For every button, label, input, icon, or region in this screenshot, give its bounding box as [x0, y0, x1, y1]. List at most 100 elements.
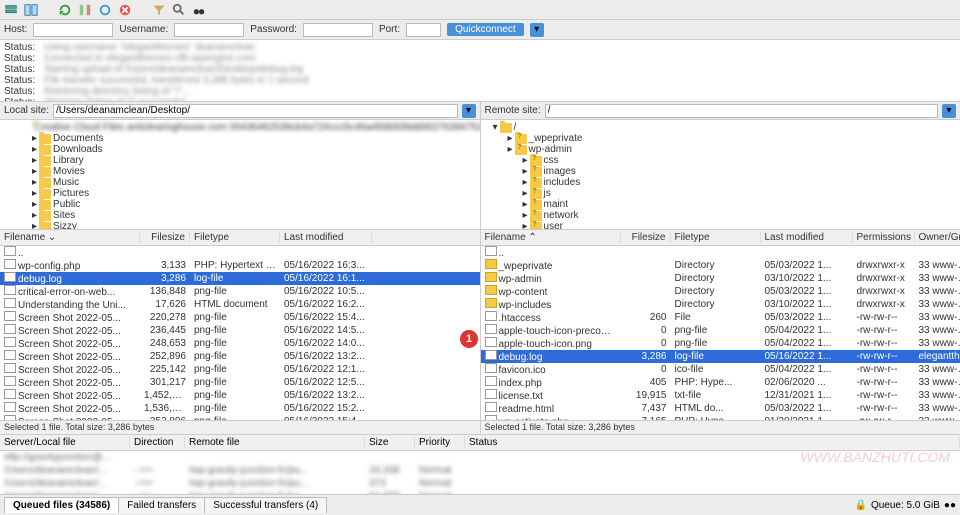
remote-file-header[interactable]: Filename ⌃ Filesize Filetype Last modifi… — [481, 230, 960, 246]
file-row[interactable]: Screen Shot 2022-05...1,536,109png-file0… — [0, 402, 480, 415]
file-row[interactable]: Screen Shot 2022-05...301,217png-file05/… — [0, 376, 480, 389]
quickconnect-button[interactable]: Quickconnect — [447, 23, 524, 36]
file-row[interactable]: Screen Shot 2022-05...1,452,095png-file0… — [0, 389, 480, 402]
tab-failed-transfers[interactable]: Failed transfers — [118, 497, 205, 513]
status-text: Retrieving directory listing of "/"... — [44, 86, 191, 97]
remote-status: Selected 1 file. Total size: 3,286 bytes — [481, 420, 960, 434]
file-row[interactable]: debug.log3,286log-file05/16/2022 1...-rw… — [481, 350, 960, 363]
file-icon — [485, 376, 497, 386]
tree-item[interactable]: ▸ Pictures — [2, 188, 478, 199]
tree-item[interactable]: ▸ Public — [2, 199, 478, 210]
tree-item[interactable]: ▸ maint — [483, 199, 959, 210]
filter-icon[interactable] — [152, 3, 166, 17]
host-input[interactable] — [33, 23, 113, 37]
file-icon — [4, 402, 16, 412]
file-icon — [4, 350, 16, 360]
file-row[interactable]: Screen Shot 2022-05...252,896png-file05/… — [0, 350, 480, 363]
queue-row[interactable]: /Users/deanamclean/...-->>/wp-gravity-ju… — [0, 464, 960, 477]
tree-item[interactable]: ▸ Downloads — [2, 144, 478, 155]
password-label: Password: — [250, 24, 297, 35]
tree-item[interactable]: ▸ includes — [483, 177, 959, 188]
queue-row[interactable]: /Users/deanamclean/...-->>/wp-gravity-ju… — [0, 477, 960, 490]
annotation-badge-1: 1 — [460, 330, 478, 348]
remote-tree[interactable]: ▾ /▸ _wpeprivate▸ wp-admin▸ css▸ images▸… — [481, 120, 960, 230]
status-label: Status: — [4, 53, 38, 64]
tree-item[interactable]: ▸ Movies — [2, 166, 478, 177]
file-row[interactable]: wp-includesDirectory03/10/2022 1...drwxr… — [481, 298, 960, 311]
remote-path-dropdown[interactable]: ▾ — [942, 104, 956, 118]
server-icon[interactable] — [4, 3, 18, 17]
file-row[interactable]: Screen Shot 2022-05...236,445png-file05/… — [0, 324, 480, 337]
file-row[interactable]: Screen Shot 2022-05...248,653png-file05/… — [0, 337, 480, 350]
file-icon — [485, 337, 497, 347]
file-icon — [485, 246, 497, 256]
local-tree[interactable]: Creative Cloud Files anticlearinghouse.c… — [0, 120, 480, 230]
file-icon — [4, 389, 16, 399]
local-path-input[interactable] — [53, 104, 457, 118]
file-row[interactable]: .. — [0, 246, 480, 259]
remote-file-list[interactable]: .._wpeprivateDirectory05/03/2022 1...drw… — [481, 246, 960, 420]
tree-item[interactable]: ▸ Library — [2, 155, 478, 166]
file-row[interactable]: index.php405PHP: Hype...02/06/2020 ...-r… — [481, 376, 960, 389]
file-row[interactable]: apple-touch-icon.png0png-file05/04/2022 … — [481, 337, 960, 350]
file-row[interactable]: debug.log3,286log-file05/16/2022 16:1... — [0, 272, 480, 285]
queue-row[interactable]: sftp://gravityjunction@... — [0, 451, 960, 464]
transfer-queue[interactable]: sftp://gravityjunction@.../Users/deanamc… — [0, 451, 960, 495]
file-row[interactable]: apple-touch-icon-precomposed.png0png-fil… — [481, 324, 960, 337]
file-row[interactable]: wp-config.php3,133PHP: Hypertext P...05/… — [0, 259, 480, 272]
tree-item[interactable]: ▸ Music — [2, 177, 478, 188]
password-input[interactable] — [303, 23, 373, 37]
file-icon — [4, 298, 16, 308]
tree-item[interactable]: ▸ css — [483, 155, 959, 166]
file-row[interactable]: critical-error-on-web...136,848png-file0… — [0, 285, 480, 298]
tree-item[interactable]: ▸ images — [483, 166, 959, 177]
file-icon — [4, 337, 16, 347]
search-icon[interactable] — [172, 3, 186, 17]
file-icon — [4, 272, 16, 282]
tree-item[interactable]: ▸ js — [483, 188, 959, 199]
tree-item[interactable]: ▸ Sites — [2, 210, 478, 221]
tree-item[interactable]: ▸ Sizzy — [2, 221, 478, 230]
port-input[interactable] — [406, 23, 441, 37]
binoculars-icon[interactable] — [192, 3, 206, 17]
file-row[interactable]: readme.html7,437HTML do...05/03/2022 1..… — [481, 402, 960, 415]
local-file-list[interactable]: ..wp-config.php3,133PHP: Hypertext P...0… — [0, 246, 480, 420]
cancel-icon[interactable] — [118, 3, 132, 17]
queue-size-status: 🔒 Queue: 5.0 GiB ●● — [855, 500, 956, 511]
quickconnect-dropdown[interactable]: ▾ — [530, 23, 544, 37]
queue-header[interactable]: Server/Local file Direction Remote file … — [0, 435, 960, 451]
status-label: Status: — [4, 64, 38, 75]
file-row[interactable]: _wpeprivateDirectory05/03/2022 1...drwxr… — [481, 259, 960, 272]
file-row[interactable]: wp-contentDirectory05/03/2022 1...drwxrw… — [481, 285, 960, 298]
file-row[interactable]: license.txt19,915txt-file12/31/2021 1...… — [481, 389, 960, 402]
refresh-icon[interactable] — [58, 3, 72, 17]
remote-path-input[interactable] — [545, 104, 938, 118]
file-row[interactable]: favicon.ico0ico-file05/04/2022 1...-rw-r… — [481, 363, 960, 376]
file-row[interactable]: .. — [481, 246, 960, 259]
sync-icon[interactable] — [98, 3, 112, 17]
main-toolbar — [0, 0, 960, 20]
tree-item[interactable]: ▸ network — [483, 210, 959, 221]
tabs-icon[interactable] — [24, 3, 38, 17]
file-row[interactable]: Understanding the Uni...17,626HTML docum… — [0, 298, 480, 311]
compare-icon[interactable] — [78, 3, 92, 17]
tab-queued-files[interactable]: Queued files (34586) — [4, 497, 119, 513]
host-label: Host: — [4, 24, 27, 35]
folder-icon — [515, 145, 527, 155]
file-row[interactable]: wp-adminDirectory03/10/2022 1...drwxrwxr… — [481, 272, 960, 285]
file-row[interactable]: .htaccess260File05/03/2022 1...-rw-rw-r-… — [481, 311, 960, 324]
local-path-dropdown[interactable]: ▾ — [462, 104, 476, 118]
username-input[interactable] — [174, 23, 244, 37]
local-file-header[interactable]: Filename ⌄ Filesize Filetype Last modifi… — [0, 230, 480, 246]
folder-icon — [39, 222, 51, 231]
file-icon — [485, 389, 497, 399]
tree-item[interactable]: ▸ _wpeprivate — [483, 133, 959, 144]
remote-pane: Remote site: ▾ ▾ /▸ _wpeprivate▸ wp-admi… — [481, 102, 960, 434]
tree-item[interactable]: ▸ wp-admin — [483, 144, 959, 155]
local-pane: Local site: ▾ Creative Cloud Files antic… — [0, 102, 481, 434]
tab-successful-transfers[interactable]: Successful transfers (4) — [204, 497, 327, 513]
file-row[interactable]: Screen Shot 2022-05...220,278png-file05/… — [0, 311, 480, 324]
tree-item[interactable]: ▸ Documents — [2, 133, 478, 144]
tree-item[interactable]: ▸ user — [483, 221, 959, 230]
file-row[interactable]: Screen Shot 2022-05...225,142png-file05/… — [0, 363, 480, 376]
